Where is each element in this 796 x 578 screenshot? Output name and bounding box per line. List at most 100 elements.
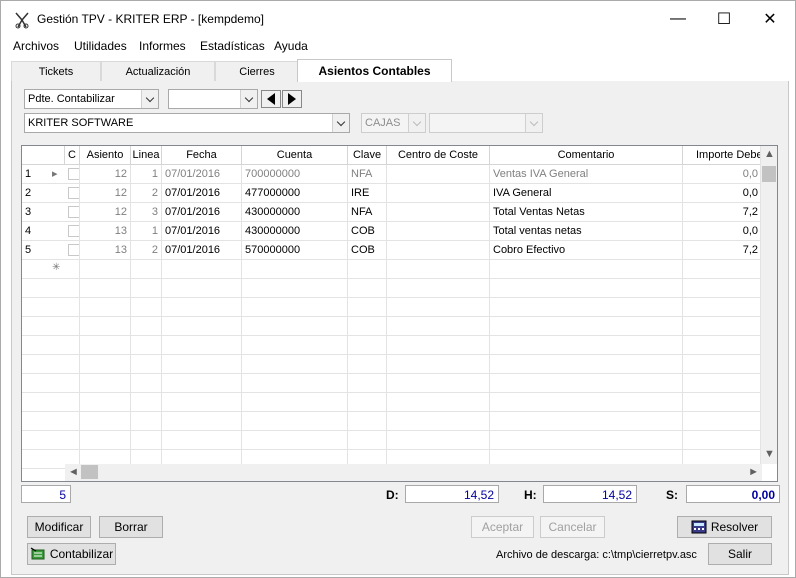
- cell-centro[interactable]: [387, 203, 490, 222]
- cell-clave[interactable]: [348, 393, 387, 412]
- cell-importe[interactable]: [683, 393, 762, 412]
- cell-chk[interactable]: [65, 241, 80, 260]
- cell-fecha[interactable]: 07/01/2016: [162, 241, 242, 260]
- cell-importe[interactable]: [683, 431, 762, 450]
- cell-comentario[interactable]: [490, 260, 683, 279]
- cell-centro[interactable]: [387, 374, 490, 393]
- cell-cuenta[interactable]: [242, 412, 348, 431]
- cell-fecha[interactable]: [162, 374, 242, 393]
- chevron-down-icon[interactable]: [332, 114, 349, 132]
- cell-comentario[interactable]: [490, 412, 683, 431]
- asientos-grid[interactable]: C Asiento Linea Fecha Cuenta Clave Centr…: [21, 145, 778, 482]
- cell-centro[interactable]: [387, 431, 490, 450]
- horizontal-scrollbar[interactable]: ◄ ►: [65, 464, 762, 481]
- cell-comentario[interactable]: Total ventas netas: [490, 222, 683, 241]
- table-row[interactable]: [22, 431, 762, 450]
- cell-fecha[interactable]: [162, 298, 242, 317]
- cell-asiento[interactable]: [80, 412, 131, 431]
- cell-linea[interactable]: [131, 298, 162, 317]
- cell-fecha[interactable]: [162, 317, 242, 336]
- scroll-down-icon[interactable]: ▼: [764, 448, 775, 460]
- cell-importe[interactable]: [683, 298, 762, 317]
- cell-importe[interactable]: [683, 412, 762, 431]
- cell-cuenta[interactable]: [242, 260, 348, 279]
- table-row[interactable]: [22, 355, 762, 374]
- cell-fecha[interactable]: 07/01/2016: [162, 203, 242, 222]
- cell-importe[interactable]: [683, 336, 762, 355]
- cell-centro[interactable]: [387, 393, 490, 412]
- cell-linea[interactable]: [131, 336, 162, 355]
- cell-cuenta[interactable]: [242, 374, 348, 393]
- cell-asiento[interactable]: [80, 374, 131, 393]
- cell-cuenta[interactable]: [242, 393, 348, 412]
- table-row[interactable]: [22, 374, 762, 393]
- row-checkbox[interactable]: [68, 187, 79, 199]
- row-checkbox[interactable]: [68, 225, 79, 237]
- empresa-combo[interactable]: KRITER SOFTWARE: [24, 113, 350, 133]
- cell-fecha[interactable]: [162, 393, 242, 412]
- cell-cuenta[interactable]: 570000000: [242, 241, 348, 260]
- menu-estadisticas[interactable]: Estadísticas: [200, 39, 265, 53]
- cell-fecha[interactable]: 07/01/2016: [162, 165, 242, 184]
- cell-chk[interactable]: [65, 355, 80, 374]
- cell-importe[interactable]: 0,0: [683, 222, 762, 241]
- tab-asientos-contables[interactable]: Asientos Contables: [297, 59, 452, 82]
- cell-centro[interactable]: [387, 165, 490, 184]
- menu-informes[interactable]: Informes: [139, 39, 186, 53]
- cell-comentario[interactable]: [490, 336, 683, 355]
- tab-tickets[interactable]: Tickets: [11, 61, 101, 81]
- cell-importe[interactable]: [683, 279, 762, 298]
- cell-linea[interactable]: [131, 260, 162, 279]
- table-row[interactable]: 5 13 2 07/01/2016 570000000 COB Cobro Efectivo…: [22, 241, 762, 260]
- cell-clave[interactable]: [348, 336, 387, 355]
- next-button[interactable]: [282, 90, 302, 108]
- cell-fecha[interactable]: 07/01/2016: [162, 222, 242, 241]
- cell-asiento[interactable]: [80, 279, 131, 298]
- borrar-button[interactable]: Borrar: [99, 516, 163, 538]
- cell-linea[interactable]: 2: [131, 184, 162, 203]
- cell-chk[interactable]: [65, 279, 80, 298]
- cell-asiento[interactable]: 12: [80, 184, 131, 203]
- cell-centro[interactable]: [387, 241, 490, 260]
- cell-asiento[interactable]: [80, 317, 131, 336]
- cell-asiento[interactable]: 12: [80, 203, 131, 222]
- cell-clave[interactable]: NFA: [348, 203, 387, 222]
- prev-button[interactable]: [261, 90, 281, 108]
- tab-actualizacion[interactable]: Actualización: [101, 61, 215, 81]
- cell-clave[interactable]: [348, 412, 387, 431]
- table-row[interactable]: [22, 412, 762, 431]
- cell-chk[interactable]: [65, 165, 80, 184]
- cell-centro[interactable]: [387, 317, 490, 336]
- cell-comentario[interactable]: [490, 431, 683, 450]
- cell-asiento[interactable]: [80, 336, 131, 355]
- table-row[interactable]: [22, 298, 762, 317]
- salir-button[interactable]: Salir: [708, 543, 772, 565]
- table-row[interactable]: ✳: [22, 260, 762, 279]
- cell-clave[interactable]: [348, 355, 387, 374]
- estado-combo[interactable]: Pdte. Contabilizar: [24, 89, 159, 109]
- cell-chk[interactable]: [65, 260, 80, 279]
- cell-comentario[interactable]: IVA General: [490, 184, 683, 203]
- cell-comentario[interactable]: Total Ventas Netas: [490, 203, 683, 222]
- cell-cuenta[interactable]: [242, 431, 348, 450]
- scroll-left-icon[interactable]: ◄: [68, 466, 79, 478]
- cell-cuenta[interactable]: [242, 298, 348, 317]
- cell-importe[interactable]: 0,0: [683, 184, 762, 203]
- chevron-down-icon[interactable]: [141, 90, 158, 108]
- cell-cuenta[interactable]: [242, 336, 348, 355]
- cajas-combo[interactable]: CAJAS: [361, 113, 426, 133]
- cell-cuenta[interactable]: 430000000: [242, 203, 348, 222]
- cell-comentario[interactable]: [490, 298, 683, 317]
- minimize-button[interactable]: —: [655, 1, 701, 37]
- close-button[interactable]: ✕: [747, 1, 793, 37]
- cell-importe[interactable]: [683, 260, 762, 279]
- cell-chk[interactable]: [65, 184, 80, 203]
- cell-centro[interactable]: [387, 184, 490, 203]
- table-row[interactable]: [22, 317, 762, 336]
- cell-cuenta[interactable]: 430000000: [242, 222, 348, 241]
- aceptar-button[interactable]: Aceptar: [471, 516, 534, 538]
- cell-clave[interactable]: [348, 317, 387, 336]
- cell-linea[interactable]: 1: [131, 165, 162, 184]
- cell-asiento[interactable]: [80, 260, 131, 279]
- cell-fecha[interactable]: [162, 412, 242, 431]
